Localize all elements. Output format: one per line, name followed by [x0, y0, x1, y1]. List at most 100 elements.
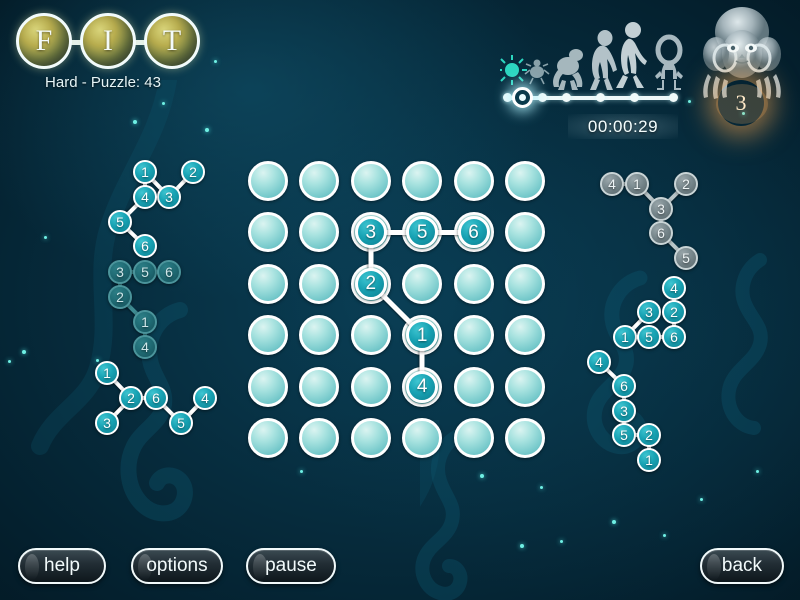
board-cell[interactable]	[248, 366, 288, 407]
game-screen: F I T Hard - Puzzle: 43 00:00:29 3 3 5 6…	[0, 0, 800, 600]
piece-node[interactable]: 2	[119, 386, 143, 410]
piece-node[interactable]: 4	[587, 350, 611, 374]
timer-display: 00:00:29	[568, 114, 678, 139]
insect-icon	[524, 59, 550, 85]
board-cell[interactable]	[299, 366, 340, 407]
progress-dot	[538, 93, 547, 102]
board-node[interactable]: 2	[354, 267, 387, 300]
puzzle-difficulty-label: Hard - Puzzle: 43	[45, 74, 161, 91]
board-cell[interactable]	[299, 263, 340, 304]
fortune-teller: 3	[686, 2, 798, 130]
piece-node[interactable]: 6	[662, 325, 686, 349]
piece-node[interactable]: 3	[612, 399, 636, 423]
board-cell[interactable]	[299, 212, 340, 253]
piece-node[interactable]: 6	[157, 260, 181, 284]
evolution-progress-panel: 00:00:29	[500, 8, 690, 139]
board-cell[interactable]	[248, 315, 288, 356]
piece-node[interactable]: 4	[133, 335, 157, 359]
board-cell[interactable]	[299, 418, 340, 458]
piece-node[interactable]: 3	[649, 197, 673, 221]
piece-node[interactable]: 1	[133, 160, 157, 184]
piece-node[interactable]: 6	[612, 374, 636, 398]
piece-node[interactable]: 1	[613, 325, 637, 349]
board-cell[interactable]	[453, 418, 494, 458]
board-cell[interactable]	[453, 366, 494, 407]
logo-letter-f: F	[16, 13, 72, 69]
board-cell[interactable]	[402, 263, 443, 304]
board-cell[interactable]	[299, 315, 340, 356]
board-cell[interactable]	[248, 418, 288, 458]
progress-dot	[562, 93, 571, 102]
piece-node[interactable]: 6	[649, 221, 673, 245]
piece-node[interactable]: 1	[625, 172, 649, 196]
board-cell[interactable]	[402, 161, 443, 201]
piece-node[interactable]: 3	[157, 185, 181, 209]
board-cell[interactable]	[453, 263, 494, 304]
help-button[interactable]: help	[18, 548, 106, 584]
piece-node[interactable]: 3	[637, 300, 661, 324]
piece-node[interactable]: 4	[193, 386, 217, 410]
board-cell[interactable]	[505, 366, 545, 407]
options-button[interactable]: options	[131, 548, 223, 584]
board-cell[interactable]	[453, 315, 494, 356]
piece-node[interactable]: 1	[133, 310, 157, 334]
board-cell[interactable]	[350, 161, 391, 201]
board-cell[interactable]	[402, 418, 443, 458]
board-cell[interactable]	[350, 315, 391, 356]
piece-node[interactable]: 4	[133, 185, 157, 209]
board-cell[interactable]	[248, 212, 288, 253]
microbe-icon	[500, 55, 527, 85]
progress-marker	[512, 87, 533, 108]
board-cell[interactable]	[453, 161, 494, 201]
piece-node[interactable]: 1	[95, 361, 119, 385]
piece-node[interactable]: 2	[662, 300, 686, 324]
piece-node[interactable]: 5	[169, 411, 193, 435]
board-cell[interactable]	[505, 263, 545, 304]
piece-node[interactable]: 5	[108, 210, 132, 234]
piece-node[interactable]: 5	[612, 423, 636, 447]
board-cell[interactable]	[248, 263, 288, 304]
piece-node[interactable]: 2	[108, 285, 132, 309]
piece-node[interactable]: 5	[133, 260, 157, 284]
progress-dot	[596, 93, 605, 102]
piece-node[interactable]: 6	[144, 386, 168, 410]
progress-dot	[630, 93, 639, 102]
crystal-ball: 3	[718, 80, 764, 126]
alien-icon	[655, 34, 683, 90]
back-button[interactable]: back	[700, 548, 784, 584]
piece-node[interactable]: 5	[674, 246, 698, 270]
board-cell[interactable]	[505, 161, 545, 201]
piece-node[interactable]: 3	[108, 260, 132, 284]
ape-icon	[553, 49, 583, 90]
evolution-figures	[500, 22, 683, 90]
game-logo: F I T	[8, 8, 200, 78]
seahorse-background-far-right	[721, 253, 768, 435]
piece-node[interactable]: 2	[181, 160, 205, 184]
piece-node[interactable]: 1	[637, 448, 661, 472]
board-node[interactable]: 3	[354, 216, 387, 249]
logo-letter-t: T	[144, 13, 200, 69]
piece-node[interactable]: 4	[662, 276, 686, 300]
piece-node[interactable]: 4	[600, 172, 624, 196]
hominid-icon	[590, 30, 617, 90]
piece-node[interactable]: 2	[674, 172, 698, 196]
board-cell[interactable]	[350, 418, 391, 458]
board-cell[interactable]	[505, 418, 545, 458]
puzzle-board[interactable]: 356214	[248, 161, 556, 469]
logo-letter-i: I	[80, 13, 136, 69]
board-cell[interactable]	[350, 366, 391, 407]
board-cell[interactable]	[248, 161, 288, 201]
progress-dot	[669, 93, 678, 102]
progress-dot	[503, 93, 512, 102]
piece-node[interactable]: 6	[133, 234, 157, 258]
human-icon	[616, 22, 647, 88]
piece-node[interactable]: 5	[637, 325, 661, 349]
board-node[interactable]: 4	[406, 370, 439, 403]
board-node[interactable]: 6	[457, 216, 490, 249]
board-cell[interactable]	[505, 315, 545, 356]
piece-node[interactable]: 2	[637, 423, 661, 447]
piece-node[interactable]: 3	[95, 411, 119, 435]
board-cell[interactable]	[299, 161, 340, 201]
pause-button[interactable]: pause	[246, 548, 336, 584]
board-cell[interactable]	[505, 212, 545, 253]
